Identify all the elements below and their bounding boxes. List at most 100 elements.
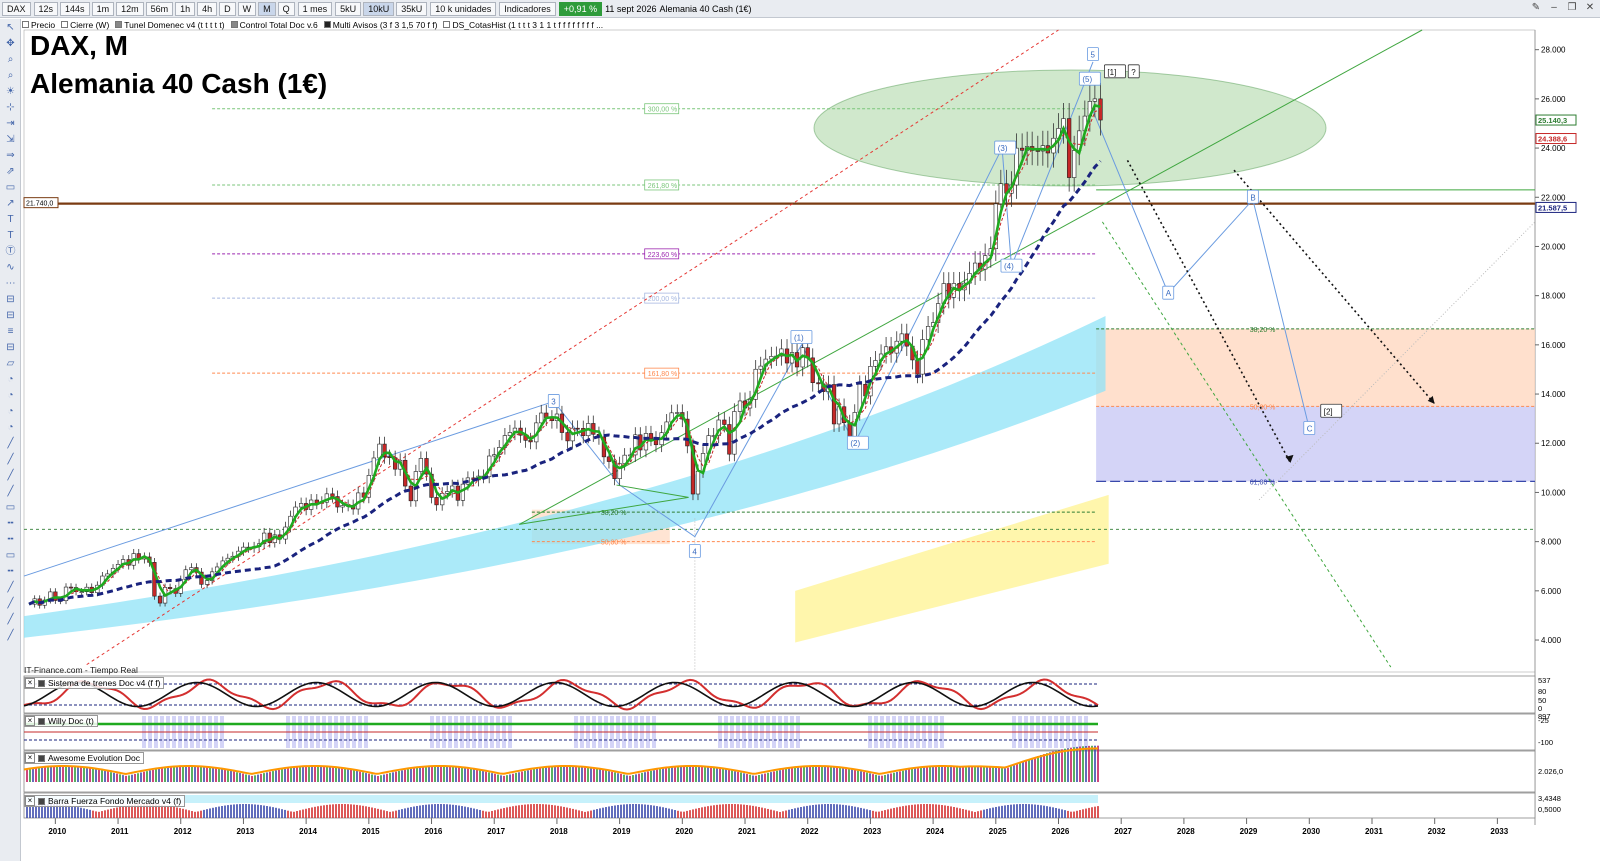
awesome-bar (98, 769, 100, 782)
awesome-bar (1013, 765, 1015, 782)
awesome-bar (446, 766, 448, 782)
awesome-bar (512, 773, 514, 782)
awesome-bar (788, 768, 790, 782)
awesome-bar (839, 767, 841, 782)
fuerza-bar (1097, 806, 1099, 818)
close-pane-icon[interactable]: × (25, 796, 35, 806)
fuerza-bar (773, 810, 775, 818)
fuerza-bar (176, 807, 178, 818)
awesome-bar (716, 767, 718, 782)
indicator-pane-header[interactable]: × Awesome Evolution Doc (24, 752, 144, 764)
fuerza-bar (119, 806, 121, 818)
x-tick-label: 2032 (1428, 827, 1446, 836)
fuerza-bar (248, 804, 250, 818)
fuerza-bar (446, 804, 448, 818)
awesome-bar (614, 772, 616, 782)
awesome-bar (461, 767, 463, 782)
fuerza-bar (659, 806, 661, 818)
indicator-pane-header[interactable]: × Willy Doc (t) (24, 715, 98, 727)
awesome-bar (935, 766, 937, 782)
awesome-bar (299, 766, 301, 782)
indicator-pane-header[interactable]: × Barra Fuerza Fondo Mercado v4 (f) (24, 795, 186, 807)
fuerza-bar (335, 804, 337, 818)
awesome-bar (365, 773, 367, 782)
fuerza-bar (623, 804, 625, 818)
awesome-bar (152, 769, 154, 782)
awesome-bar (692, 766, 694, 782)
fuerza-bar (647, 804, 649, 818)
fuerza-bar (464, 806, 466, 818)
fuerza-bar (701, 807, 703, 818)
x-tick-label: 2021 (738, 827, 756, 836)
close-pane-icon[interactable]: × (25, 716, 35, 726)
fuerza-bar (1049, 806, 1051, 818)
awesome-bar (896, 772, 898, 782)
wave-label-text: [1] (1107, 68, 1116, 77)
awesome-bar (1085, 746, 1087, 782)
fuerza-bar (323, 805, 325, 818)
fuerza-bar (671, 809, 673, 818)
fuerza-bar (185, 809, 187, 818)
awesome-bar (266, 772, 268, 782)
close-pane-icon[interactable]: × (25, 753, 35, 763)
fuerza-bar (374, 808, 376, 818)
candle-body (157, 595, 163, 604)
awesome-bar (518, 772, 520, 782)
awesome-bar (908, 769, 910, 782)
awesome-bar (599, 769, 601, 782)
fuerza-bar (65, 805, 67, 818)
fuerza-bar (728, 804, 730, 818)
awesome-bar (719, 768, 721, 782)
awesome-bar (269, 771, 271, 782)
candle-body (998, 183, 1003, 205)
fuerza-bar (1007, 804, 1009, 818)
awesome-bar (710, 767, 712, 782)
x-tick-label: 2020 (675, 827, 693, 836)
awesome-bar (728, 769, 730, 782)
awesome-bar (206, 766, 208, 782)
candle-body (899, 333, 904, 342)
fuerza-bar (419, 805, 421, 818)
close-pane-icon[interactable]: × (25, 678, 35, 688)
y-tick-label: 26.000 (1541, 95, 1566, 104)
awesome-bar (110, 772, 112, 782)
awesome-bar (431, 766, 433, 782)
fuerza-bar (371, 807, 373, 818)
awesome-bar (1016, 764, 1018, 782)
awesome-bar (629, 775, 631, 782)
awesome-bar (827, 766, 829, 782)
fuerza-bar (590, 810, 592, 818)
fuerza-bar (782, 811, 784, 818)
awesome-bar (221, 769, 223, 782)
awesome-bar (944, 766, 946, 782)
awesome-bar (422, 766, 424, 782)
awesome-bar (170, 767, 172, 782)
fuerza-bar (800, 807, 802, 818)
awesome-bar (1010, 766, 1012, 782)
fuerza-bar (1040, 805, 1042, 818)
awesome-bar (401, 770, 403, 782)
awesome-bar (293, 767, 295, 782)
indicator-pane-header[interactable]: × Sistema de trenes Doc v4 (f f) (24, 677, 165, 689)
awesome-bar (527, 770, 529, 782)
awesome-bar (317, 766, 319, 782)
candle-body (167, 587, 173, 589)
fuerza-bar (704, 806, 706, 818)
awesome-bar (902, 770, 904, 782)
awesome-bar (770, 772, 772, 782)
awesome-bar (488, 772, 490, 782)
fuerza-bar (953, 807, 955, 818)
awesome-bar (158, 768, 160, 782)
awesome-bar (809, 766, 811, 782)
fuerza-bar (713, 805, 715, 818)
awesome-bar (947, 766, 949, 782)
awesome-bar (500, 775, 502, 782)
chart-canvas[interactable]: 4.000 6.000 8.000 10.000 12.000 14.000 16.000 1… (0, 0, 1600, 861)
awesome-bar (899, 771, 901, 782)
awesome-bar (392, 772, 394, 782)
awesome-bar (1079, 746, 1081, 782)
awesome-bar (590, 767, 592, 782)
awesome-bar (194, 766, 196, 782)
fuerza-bar (611, 805, 613, 818)
awesome-bar (308, 766, 310, 782)
